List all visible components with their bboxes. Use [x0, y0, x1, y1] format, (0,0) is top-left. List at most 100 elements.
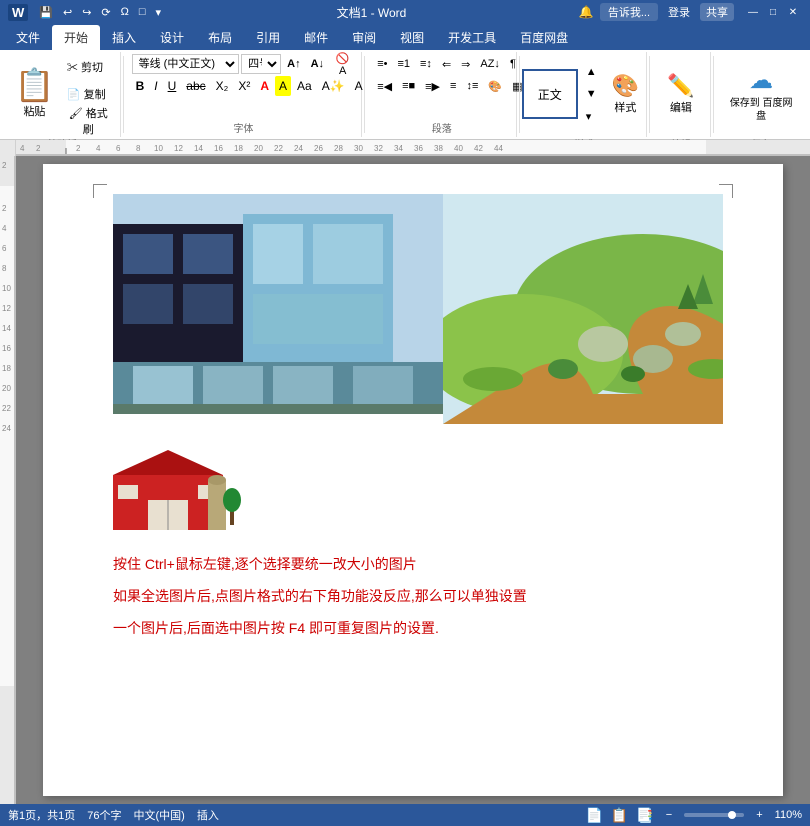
tab-baidu[interactable]: 百度网盘: [508, 25, 580, 50]
quick-box[interactable]: □: [136, 5, 149, 19]
styles-down-button[interactable]: ▼: [582, 84, 601, 104]
underline-button[interactable]: U: [164, 76, 181, 96]
styles-up-button[interactable]: ▲: [582, 62, 601, 82]
view-web-icon[interactable]: 📋: [611, 807, 628, 824]
quick-dropdown[interactable]: ▾: [153, 5, 165, 20]
align-left-button[interactable]: ≡◀: [373, 76, 396, 96]
sort-button[interactable]: AZ↓: [476, 54, 504, 74]
divider-1: [123, 56, 124, 133]
shading-button[interactable]: 🎨: [484, 76, 506, 96]
svg-text:10: 10: [2, 284, 11, 293]
font-grow-button[interactable]: A↑: [283, 54, 304, 74]
tab-mailings[interactable]: 邮件: [292, 25, 340, 50]
subscript-button[interactable]: X₂: [212, 76, 233, 96]
divider-2: [364, 56, 365, 133]
ribbon-group-save: ☁ 保存到 百度网盘 保存: [716, 52, 806, 137]
zoom-track[interactable]: [684, 813, 744, 817]
window-title: 文档1 - Word: [164, 4, 579, 21]
font-shrink-button[interactable]: A↓: [307, 54, 328, 74]
tab-view[interactable]: 视图: [388, 25, 436, 50]
view-print-icon[interactable]: 📄: [585, 807, 602, 824]
zoom-in-button[interactable]: +: [752, 809, 766, 821]
tab-file[interactable]: 文件: [4, 25, 52, 50]
font-row-2: B I U abc X₂ X² A A Aa A✨ A: [132, 76, 356, 96]
close-btn[interactable]: ✕: [784, 4, 802, 20]
svg-text:36: 36: [414, 144, 423, 153]
edit-btn[interactable]: ✏️ 编辑: [660, 54, 701, 134]
tab-developer[interactable]: 开发工具: [436, 25, 508, 50]
indent-increase-button[interactable]: ⇒: [457, 54, 474, 74]
document-area: 2 2 4 6 8 10 12 14 16 18 20 22 24: [0, 156, 810, 804]
tab-insert[interactable]: 插入: [100, 25, 148, 50]
tab-design[interactable]: 设计: [148, 25, 196, 50]
page-count: 第1页，共1页: [8, 807, 75, 823]
list-multi-button[interactable]: ≡↕: [416, 54, 436, 74]
style-normal[interactable]: 正文: [522, 69, 578, 119]
view-read-icon[interactable]: 📑: [636, 807, 653, 824]
zoom-thumb[interactable]: [728, 811, 736, 819]
page-scroll[interactable]: 按住 Ctrl+鼠标左键,逐个选择要统一改大小的图片 如果全选图片后,点图片格式…: [16, 156, 810, 804]
document-page: 按住 Ctrl+鼠标左键,逐个选择要统一改大小的图片 如果全选图片后,点图片格式…: [43, 164, 783, 796]
share-btn[interactable]: 共享: [700, 3, 734, 21]
font-name-select[interactable]: 等线 (中文正文): [132, 54, 240, 74]
title-bar: W 💾 ↩ ↪ ⟳ Ω □ ▾ 文档1 - Word 🔔 告诉我... 登录 共…: [0, 0, 810, 24]
clear-format-button[interactable]: 🚫A: [330, 54, 355, 74]
building-image[interactable]: [113, 194, 493, 414]
ribbon-group-edit: ✏️ 编辑 编辑: [651, 52, 711, 137]
cut-button[interactable]: ✂ 剪切: [63, 57, 114, 77]
italic-button[interactable]: I: [150, 76, 161, 96]
svg-text:24: 24: [2, 424, 11, 433]
text-effect-button[interactable]: A✨: [318, 76, 349, 96]
svg-text:8: 8: [136, 144, 141, 153]
align-center-button[interactable]: ≡■: [398, 76, 419, 96]
font-label: 字体: [233, 120, 253, 135]
superscript-button[interactable]: X²: [234, 76, 254, 96]
divider-5: [713, 56, 714, 133]
align-right-button[interactable]: ≡▶: [421, 76, 444, 96]
word-icon: W: [8, 4, 28, 21]
baidu-save-button[interactable]: ☁ 保存到 百度网盘: [722, 54, 800, 134]
quick-undo[interactable]: ↩: [60, 5, 75, 20]
font-color-button[interactable]: A: [256, 76, 273, 96]
tab-review[interactable]: 审阅: [340, 25, 388, 50]
title-bar-left: W 💾 ↩ ↪ ⟳ Ω □ ▾: [8, 4, 164, 21]
list-ordered-button[interactable]: ≡1: [393, 54, 414, 74]
quick-omega[interactable]: Ω: [118, 5, 132, 19]
para-row-2: ≡◀ ≡■ ≡▶ ≡ ↕≡ 🎨 ▦: [373, 76, 510, 96]
zoom-out-button[interactable]: −: [662, 809, 676, 821]
input-mode: 插入: [197, 807, 219, 823]
ribbon-group-paragraph: ≡• ≡1 ≡↕ ⇐ ⇒ AZ↓ ¶ ≡◀ ≡■ ≡▶ ≡ ↕≡ 🎨 ▦ 段落: [367, 52, 517, 137]
line-spacing-button[interactable]: ↕≡: [462, 76, 482, 96]
svg-text:4: 4: [96, 144, 101, 153]
tab-references[interactable]: 引用: [244, 25, 292, 50]
paste-button[interactable]: 📋 粘贴: [10, 54, 59, 134]
svg-text:40: 40: [454, 144, 463, 153]
bold-button[interactable]: B: [132, 76, 149, 96]
quick-save[interactable]: 💾: [36, 5, 56, 20]
format-painter-button[interactable]: 🖌 格式刷: [63, 111, 114, 131]
char-spacing-button[interactable]: Aa: [293, 76, 316, 96]
minimize-btn[interactable]: —: [744, 4, 762, 20]
word-count: 76个字: [87, 807, 121, 823]
quick-refresh[interactable]: ⟳: [98, 5, 113, 20]
strikethrough-button[interactable]: abc: [182, 76, 209, 96]
list-unordered-button[interactable]: ≡•: [373, 54, 391, 74]
indent-decrease-button[interactable]: ⇐: [438, 54, 455, 74]
barn-image[interactable]: [113, 450, 243, 530]
tell-me-box[interactable]: 告诉我...: [600, 3, 658, 21]
quick-redo[interactable]: ↪: [79, 5, 94, 20]
nature-image[interactable]: [443, 194, 723, 424]
font-size-select[interactable]: 四号: [241, 54, 281, 74]
copy-button[interactable]: 📄 复制: [63, 84, 114, 104]
style-main-btn[interactable]: 🎨 样式: [605, 54, 646, 134]
tab-layout[interactable]: 布局: [196, 25, 244, 50]
styles-more-button[interactable]: ▾: [582, 106, 601, 126]
highlight-button[interactable]: A: [275, 76, 291, 96]
svg-text:24: 24: [294, 144, 303, 153]
show-hide-button[interactable]: ¶: [506, 54, 520, 74]
tab-home[interactable]: 开始: [52, 25, 100, 50]
align-justify-button[interactable]: ≡: [446, 76, 460, 96]
login-btn[interactable]: 登录: [668, 4, 690, 20]
maximize-btn[interactable]: □: [764, 4, 782, 20]
paste-icon: 📋: [15, 69, 55, 101]
